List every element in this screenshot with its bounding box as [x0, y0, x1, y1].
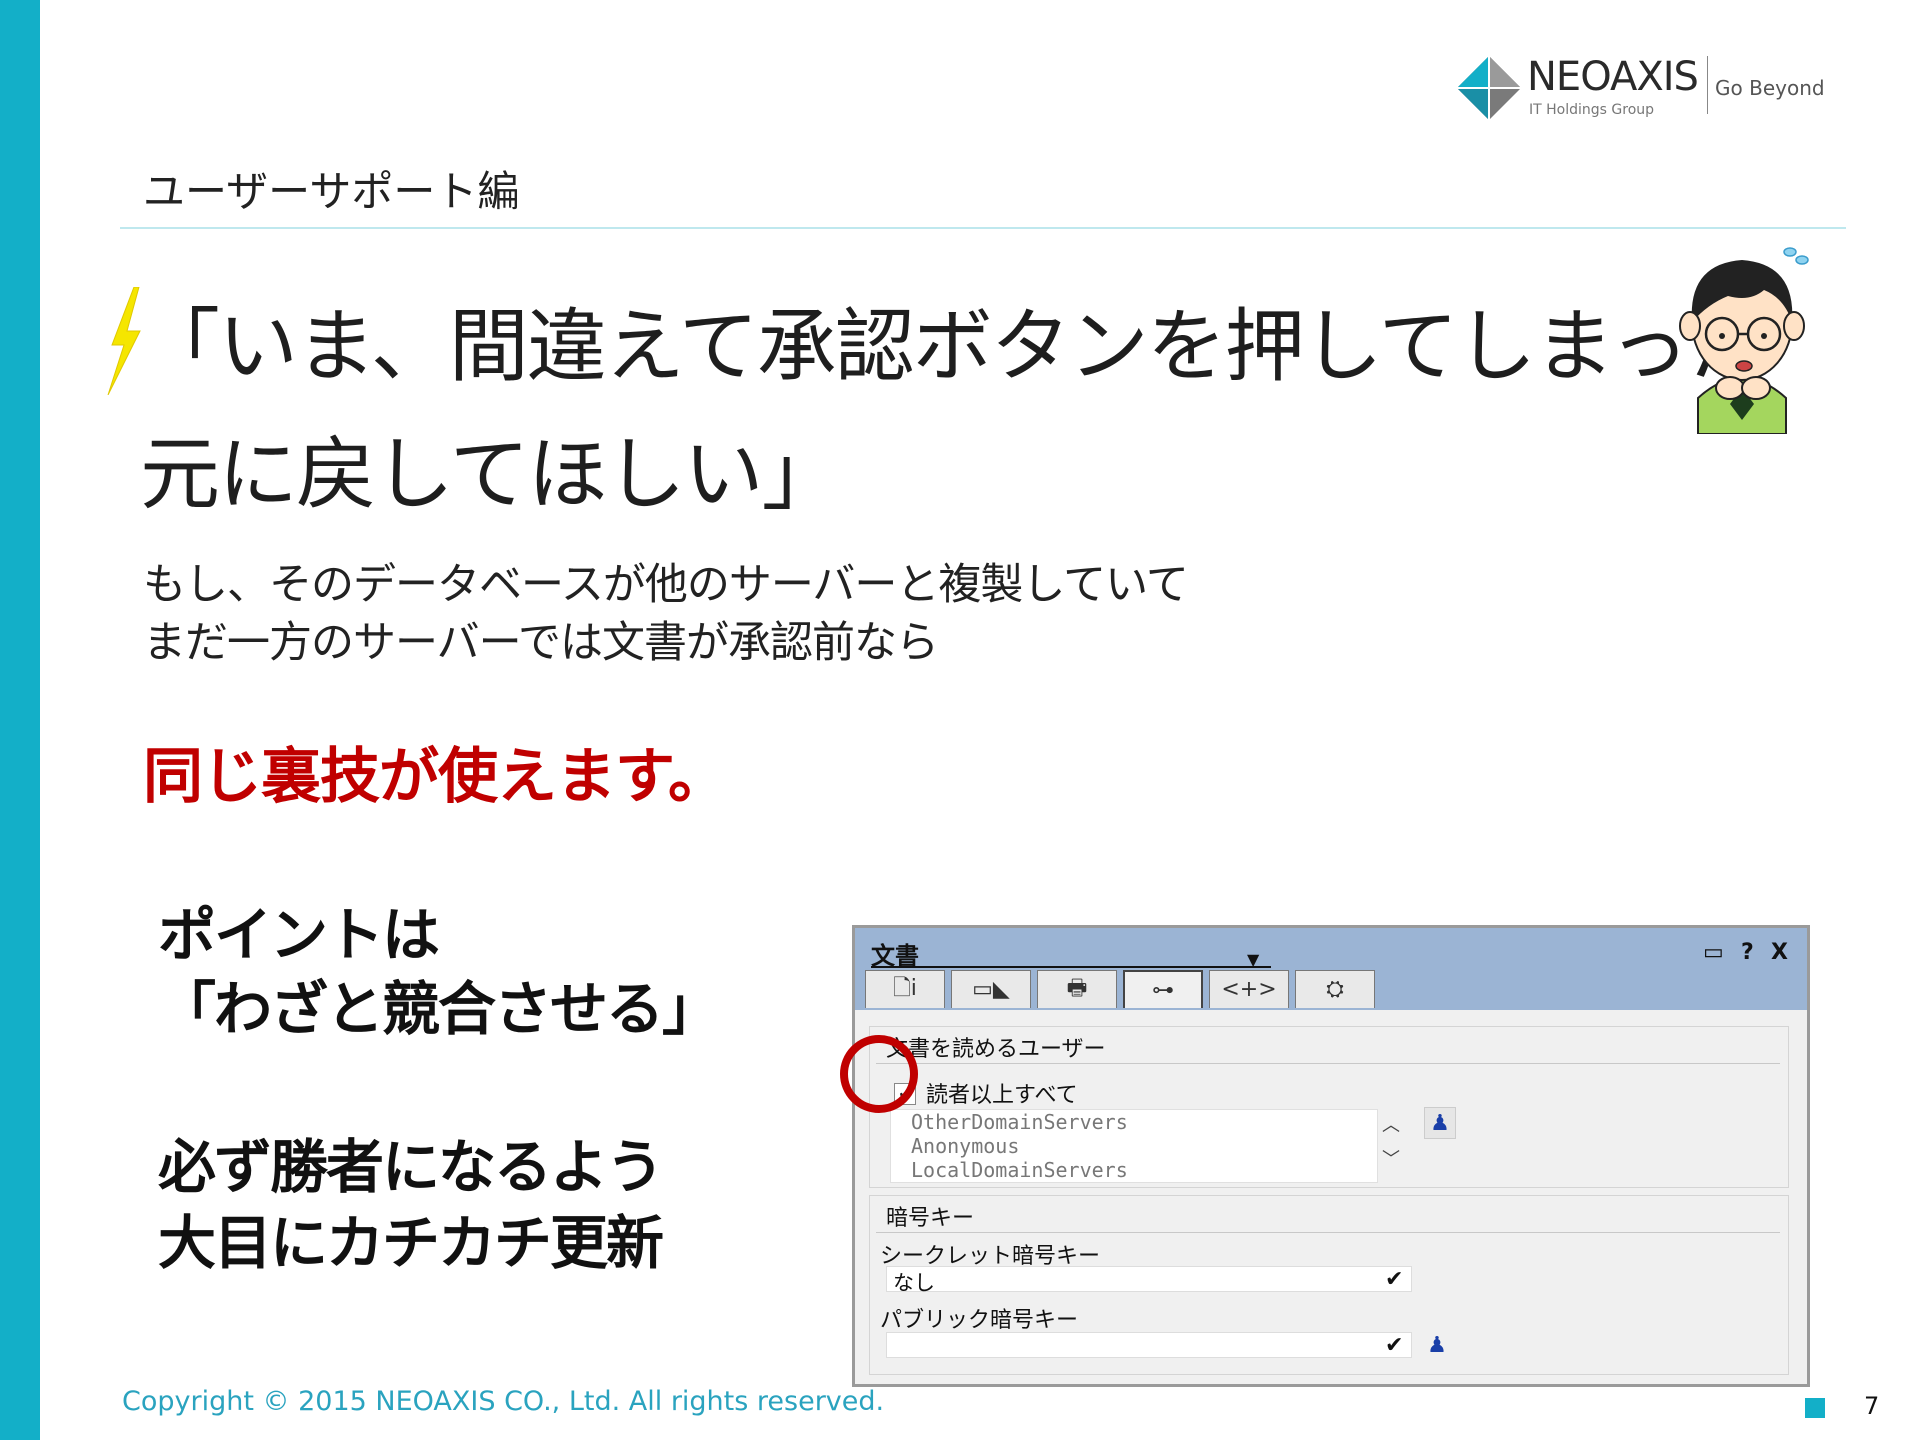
- ruler-icon: ▭◣: [972, 977, 1010, 1002]
- tab-security[interactable]: ⊶: [1123, 970, 1203, 1008]
- body-line-2: まだ一方のサーバーでは文書が承認前なら: [143, 618, 939, 668]
- left-accent-bar: [0, 0, 40, 1440]
- public-key-label: パブリック暗号キー: [880, 1308, 1079, 1333]
- logo-diamond-icon: [1457, 56, 1521, 120]
- page-marker: [1805, 1398, 1825, 1418]
- chevron-down-icon[interactable]: ▼: [1247, 950, 1259, 969]
- tab-advanced[interactable]: ⛭: [1295, 970, 1375, 1008]
- list-item[interactable]: Anonymous: [911, 1134, 1019, 1158]
- minimize-icon[interactable]: ▭: [1703, 940, 1724, 965]
- printer-icon: 🖶: [1066, 975, 1088, 1001]
- dialog-tabs: 🗋ⅰ ▭◣ 🖶 ⊶ <+> ⛭: [865, 970, 1381, 1010]
- readers-group-label: 文書を読めるユーザー: [886, 1037, 1106, 1062]
- people-picker-button[interactable]: ♟: [1424, 1107, 1456, 1139]
- group-divider: [876, 1063, 1780, 1064]
- scroll-down-icon[interactable]: ﹀: [1382, 1145, 1400, 1171]
- point-line-1: ポイントは: [158, 901, 440, 969]
- logo-divider: [1707, 56, 1708, 114]
- fields-icon: <+>: [1221, 977, 1277, 1002]
- body-line-1: もし、そのデータベースが他のサーバーと複製していて: [143, 560, 1189, 610]
- section-divider: [120, 227, 1846, 229]
- document-info-icon: 🗋ⅰ: [893, 975, 917, 1001]
- section-title: ユーザーサポート編: [143, 167, 520, 216]
- page-number: 7: [1864, 1392, 1880, 1420]
- tab-print[interactable]: 🖶: [1037, 970, 1117, 1008]
- dialog-title-label: 文書: [871, 942, 919, 970]
- secret-key-field[interactable]: なし ✔: [886, 1266, 1412, 1295]
- copyright-footer: Copyright © 2015 NEOAXIS CO., Ltd. All r…: [122, 1386, 885, 1417]
- readers-listbox[interactable]: OtherDomainServers Anonymous LocalDomain…: [890, 1109, 1378, 1183]
- worried-man-illustration: [1679, 247, 1809, 434]
- person-icon: ♟: [1430, 1110, 1450, 1136]
- checkmark-icon[interactable]: ✔: [1385, 1333, 1403, 1358]
- quote-line-2: 元に戻してほしい」: [140, 428, 842, 521]
- logo-tagline: Go Beyond: [1715, 76, 1825, 100]
- point-line-3: 必ず勝者になるよう: [158, 1133, 664, 1201]
- public-key-field[interactable]: ✔: [886, 1332, 1412, 1358]
- logo-name: NEOAXIS: [1527, 54, 1699, 100]
- readers-group: 文書を読めるユーザー ✔ 読者以上すべて OtherDomainServers …: [869, 1026, 1789, 1188]
- key-icon: ⊶: [1152, 977, 1174, 1003]
- encryption-group-label: 暗号キー: [886, 1206, 975, 1231]
- dialog-title-dropdown[interactable]: 文書 ▼: [871, 936, 1271, 970]
- lightning-bolt-icon: [107, 287, 141, 395]
- all-readers-label: 読者以上すべて: [926, 1083, 1078, 1108]
- group-divider: [876, 1232, 1780, 1233]
- people-picker-button[interactable]: ♟: [1422, 1330, 1452, 1360]
- point-line-2: 「わざと競合させる」: [158, 975, 720, 1043]
- tab-fields[interactable]: <+>: [1209, 970, 1289, 1008]
- list-item[interactable]: LocalDomainServers: [911, 1158, 1128, 1182]
- scroll-up-icon[interactable]: ︿: [1382, 1111, 1400, 1137]
- highlight-text: 同じ裏技が使えます。: [143, 742, 728, 812]
- list-item[interactable]: OtherDomainServers: [911, 1110, 1128, 1134]
- hat-icon: ⛭: [1326, 977, 1344, 1002]
- neoaxis-logo: NEOAXIS IT Holdings Group Go Beyond: [1457, 52, 1827, 124]
- person-icon: ♟: [1427, 1332, 1447, 1358]
- encryption-group: 暗号キー シークレット暗号キー なし ✔ パブリック暗号キー ✔ ♟: [869, 1195, 1789, 1375]
- dialog-header: 文書 ▼ ▭ ? X 🗋ⅰ ▭◣ 🖶 ⊶ <+> ⛭: [855, 928, 1807, 1010]
- point-line-4: 大目にカチカチ更新: [158, 1209, 664, 1277]
- tab-design[interactable]: ▭◣: [951, 970, 1031, 1008]
- highlight-circle: [840, 1035, 918, 1113]
- logo-subtitle: IT Holdings Group: [1529, 102, 1655, 118]
- quote-line-1: 「いま、間違えて承認ボタンを押してしまった: [140, 300, 1767, 393]
- tab-info[interactable]: 🗋ⅰ: [865, 970, 945, 1008]
- document-properties-dialog: 文書 ▼ ▭ ? X 🗋ⅰ ▭◣ 🖶 ⊶ <+> ⛭ 文書を読めるユーザー ✔ …: [852, 925, 1810, 1387]
- close-button[interactable]: X: [1771, 940, 1788, 965]
- checkmark-icon[interactable]: ✔: [1385, 1267, 1403, 1292]
- help-button[interactable]: ?: [1741, 940, 1754, 965]
- secret-key-value: なし: [893, 1271, 935, 1295]
